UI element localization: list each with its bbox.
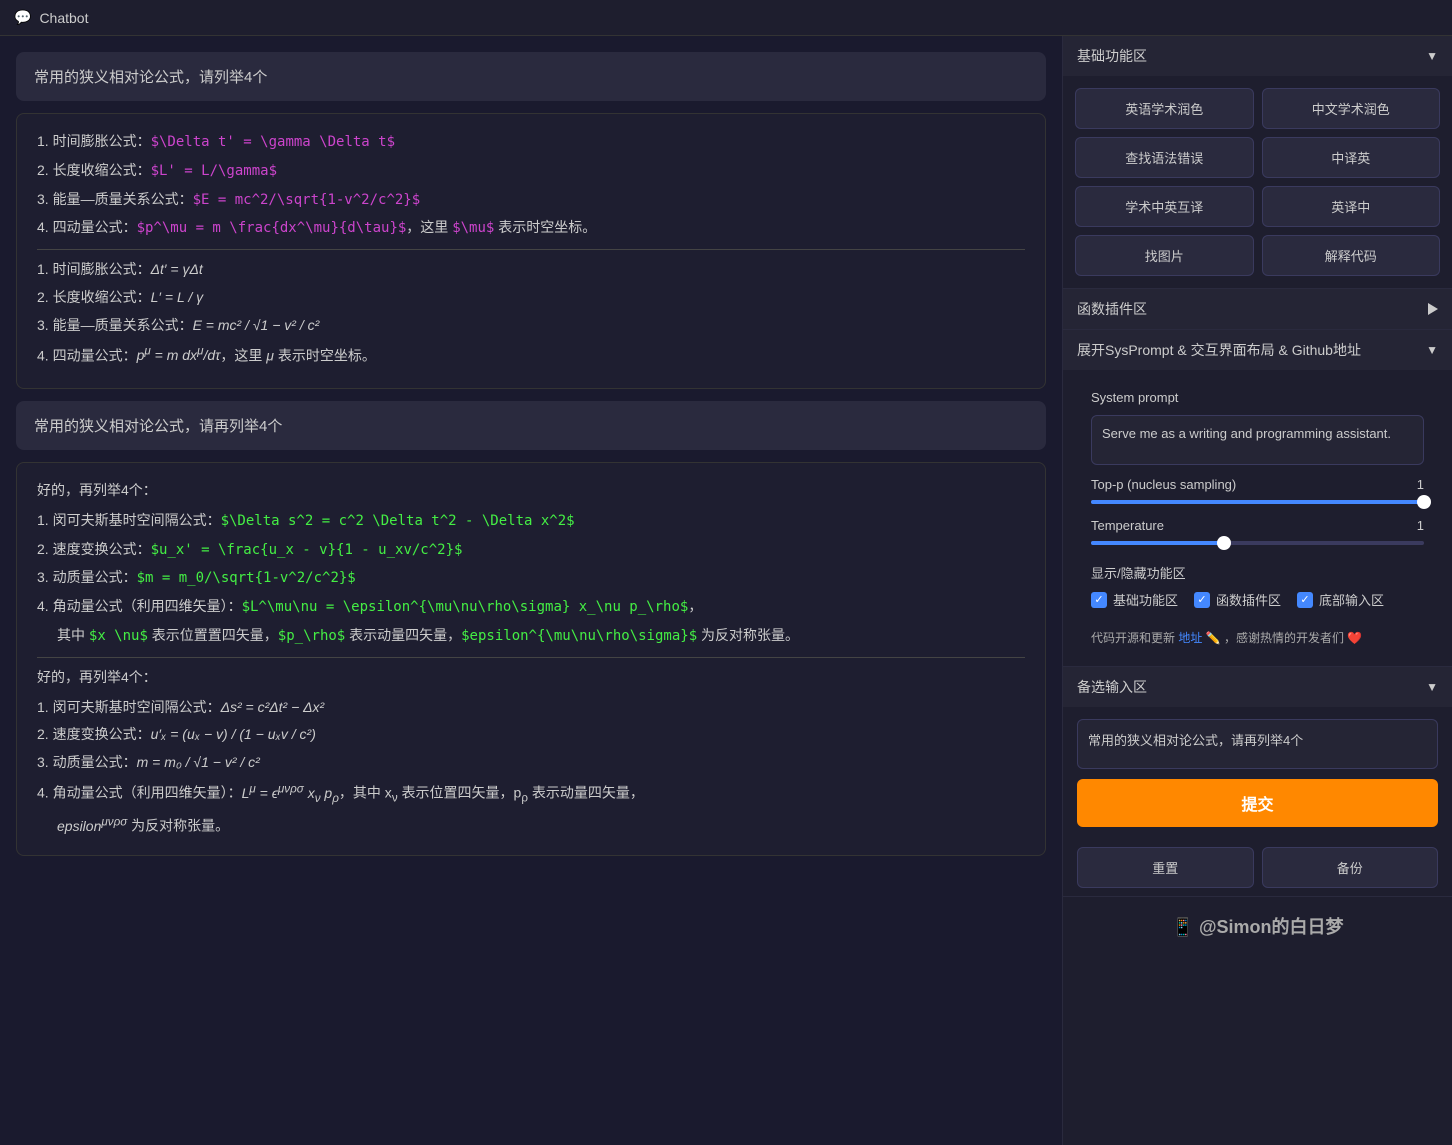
btn-academic-translate[interactable]: 学术中英互译 xyxy=(1075,186,1254,227)
alt-input-arrow: ▼ xyxy=(1426,680,1438,694)
formula-item-3-raw: 3. 能量—质量关系公式：$E = mc^2/\sqrt{1-v^2/c^2}$ xyxy=(37,188,1025,213)
weibo-icon: 📱 xyxy=(1172,917,1194,937)
checkbox-basic-label: 基础功能区 xyxy=(1113,590,1178,609)
app-header: 💬 Chatbot xyxy=(0,0,1452,36)
btn-explain-code[interactable]: 解释代码 xyxy=(1262,235,1441,276)
app-title: Chatbot xyxy=(39,10,88,26)
chat-icon: 💬 xyxy=(14,9,31,26)
btn-find-image[interactable]: 找图片 xyxy=(1075,235,1254,276)
alt-input-header[interactable]: 备选输入区 ▼ xyxy=(1063,667,1452,707)
alt-input-title: 备选输入区 xyxy=(1077,677,1147,697)
btn-english-polish[interactable]: 英语学术润色 xyxy=(1075,88,1254,129)
formula2-extra-raw: 其中 $x \nu$ 表示位置置四矢量，$p_\rho$ 表示动量四矢量，$ep… xyxy=(57,624,1025,649)
temperature-value: 1 xyxy=(1404,518,1424,533)
temperature-label: Temperature xyxy=(1091,518,1396,533)
sysprompt-body: System prompt Serve me as a writing and … xyxy=(1063,370,1452,666)
alt-input-box[interactable]: 常用的狭义相对论公式，请再列举4个 xyxy=(1077,719,1438,769)
footer-link[interactable]: 地址 xyxy=(1178,631,1202,645)
formula2-item-2-rendered: 2. 速度变换公式：u′ₓ = (uₓ − v) / (1 − uₓv / c²… xyxy=(37,723,1025,747)
top-p-value: 1 xyxy=(1404,477,1424,492)
checkbox-basic-box: ✓ xyxy=(1091,592,1107,608)
formula2-item-1-raw: 1. 闵可夫斯基时空间隔公式：$\Delta s^2 = c^2 \Delta … xyxy=(37,509,1025,534)
btn-en-to-zh[interactable]: 英译中 xyxy=(1262,186,1441,227)
intro-text-2: 好的，再列举4个： xyxy=(37,666,1025,690)
checkbox-bottom-label: 底部输入区 xyxy=(1319,590,1384,609)
plugin-arrow-icon xyxy=(1428,303,1438,315)
reset-button[interactable]: 重置 xyxy=(1077,847,1254,888)
system-prompt-label: System prompt xyxy=(1077,382,1438,409)
top-p-label: Top-p (nucleus sampling) xyxy=(1091,477,1396,492)
footer-links: 代码开源和更新 地址 ✏️ ，感谢热情的开发者们 ❤️ xyxy=(1077,621,1438,654)
formula-item-1-raw: 1. 时间膨胀公式：$\Delta t' = \gamma \Delta t$ xyxy=(37,130,1025,155)
plugin-title: 函数插件区 xyxy=(1077,299,1147,319)
temperature-thumb[interactable] xyxy=(1217,536,1231,550)
watermark-text: @Simon的白日梦 xyxy=(1199,917,1344,937)
checkbox-plugin-label: 函数插件区 xyxy=(1216,590,1281,609)
checkbox-plugin[interactable]: ✓ 函数插件区 xyxy=(1194,590,1281,609)
formula-item-4-raw: 4. 四动量公式：$p^\mu = m \frac{dx^\mu}{d\tau}… xyxy=(37,216,1025,241)
copy-button[interactable]: 备份 xyxy=(1262,847,1439,888)
temperature-track[interactable] xyxy=(1091,541,1424,545)
top-p-section: Top-p (nucleus sampling) 1 xyxy=(1077,473,1438,514)
alt-input-body: 常用的狭义相对论公式，请再列举4个 提交 xyxy=(1063,707,1452,839)
intro-text: 好的，再列举4个： xyxy=(37,479,1025,503)
temperature-section: Temperature 1 xyxy=(1077,514,1438,555)
top-p-fill xyxy=(1091,500,1424,504)
main-layout: 常用的狭义相对论公式，请列举4个 1. 时间膨胀公式：$\Delta t' = … xyxy=(0,36,1452,1145)
footer-text: 代码开源和更新 xyxy=(1091,631,1175,645)
checkbox-bottom[interactable]: ✓ 底部输入区 xyxy=(1297,590,1384,609)
formula-item-1-rendered: 1. 时间膨胀公式：Δt′ = γΔt xyxy=(37,258,1025,282)
top-p-row: Top-p (nucleus sampling) 1 xyxy=(1091,477,1424,492)
system-prompt-value[interactable]: Serve me as a writing and programming as… xyxy=(1091,415,1424,465)
user-message-2: 常用的狭义相对论公式，请再列举4个 xyxy=(16,401,1046,450)
formula2-item-2-raw: 2. 速度变换公式：$u_x' = \frac{u_x - v}{1 - u_x… xyxy=(37,538,1025,563)
checkbox-basic[interactable]: ✓ 基础功能区 xyxy=(1091,590,1178,609)
formula2-item-3-rendered: 3. 动质量公式：m = m₀ / √1 − v² / c² xyxy=(37,751,1025,775)
formula2-item-4-raw: 4. 角动量公式（利用四维矢量）：$L^\mu\nu = \epsilon^{\… xyxy=(37,595,1025,620)
user-message-1: 常用的狭义相对论公式，请列举4个 xyxy=(16,52,1046,101)
assistant-message-2: 好的，再列举4个： 1. 闵可夫斯基时空间隔公式：$\Delta s^2 = c… xyxy=(16,462,1046,856)
top-p-thumb[interactable] xyxy=(1417,495,1431,509)
btn-grammar-check[interactable]: 查找语法错误 xyxy=(1075,137,1254,178)
plugin-header[interactable]: 函数插件区 xyxy=(1063,289,1452,329)
formula-item-2-rendered: 2. 长度收缩公式：L′ = L / γ xyxy=(37,286,1025,310)
submit-button[interactable]: 提交 xyxy=(1077,779,1438,827)
formula2-item-3-raw: 3. 动质量公式：$m = m_0/\sqrt{1-v^2/c^2}$ xyxy=(37,566,1025,591)
formula-item-4-rendered: 4. 四动量公式：pμ = m dxμ/dτ，这里 μ 表示时空坐标。 xyxy=(37,342,1025,368)
footer-thanks: ，感谢热情的开发者们 xyxy=(1224,631,1344,645)
plugin-section: 函数插件区 xyxy=(1063,289,1452,330)
visibility-label: 显示/隐藏功能区 xyxy=(1091,563,1424,582)
pencil-icon: ✏️ xyxy=(1206,631,1221,645)
sysprompt-arrow: ▼ xyxy=(1426,343,1438,357)
checkbox-bottom-box: ✓ xyxy=(1297,592,1313,608)
top-p-track[interactable] xyxy=(1091,500,1424,504)
btn-zh-to-en[interactable]: 中译英 xyxy=(1262,137,1441,178)
bottom-row: 重置 备份 xyxy=(1063,839,1452,896)
assistant-message-1: 1. 时间膨胀公式：$\Delta t' = \gamma \Delta t$ … xyxy=(16,113,1046,389)
basic-functions-section: 基础功能区 ▼ 英语学术润色 中文学术润色 查找语法错误 中译英 学术中英互译 … xyxy=(1063,36,1452,289)
formula2-item-4-rendered: 4. 角动量公式（利用四维矢量）：Lμ = ϵμνρσ xν pρ，其中 xν … xyxy=(37,779,1025,808)
sysprompt-title: 展开SysPrompt & 交互界面布局 & Github地址 xyxy=(1077,340,1361,360)
btn-chinese-polish[interactable]: 中文学术润色 xyxy=(1262,88,1441,129)
basic-functions-header[interactable]: 基础功能区 ▼ xyxy=(1063,36,1452,76)
alt-input-section: 备选输入区 ▼ 常用的狭义相对论公式，请再列举4个 提交 重置 备份 xyxy=(1063,667,1452,897)
watermark: 📱 @Simon的白日梦 xyxy=(1063,897,1452,955)
temperature-fill xyxy=(1091,541,1224,545)
chat-area[interactable]: 常用的狭义相对论公式，请列举4个 1. 时间膨胀公式：$\Delta t' = … xyxy=(0,36,1062,1145)
visibility-section: 显示/隐藏功能区 ✓ 基础功能区 ✓ 函数插件区 ✓ 底部输入区 xyxy=(1077,555,1438,621)
formula2-extra-rendered: epsilonμνρσ 为反对称张量。 xyxy=(57,812,1025,838)
checkbox-row: ✓ 基础功能区 ✓ 函数插件区 ✓ 底部输入区 xyxy=(1091,590,1424,609)
basic-functions-title: 基础功能区 xyxy=(1077,46,1147,66)
checkbox-plugin-box: ✓ xyxy=(1194,592,1210,608)
sidebar: 基础功能区 ▼ 英语学术润色 中文学术润色 查找语法错误 中译英 学术中英互译 … xyxy=(1062,36,1452,1145)
sysprompt-header[interactable]: 展开SysPrompt & 交互界面布局 & Github地址 ▼ xyxy=(1063,330,1452,370)
formula-item-3-rendered: 3. 能量—质量关系公式：E = mc² / √1 − v² / c² xyxy=(37,314,1025,338)
basic-functions-arrow: ▼ xyxy=(1426,49,1438,63)
formula2-item-1-rendered: 1. 闵可夫斯基时空间隔公式：Δs² = c²Δt² − Δx² xyxy=(37,696,1025,720)
heart-icon: ❤️ xyxy=(1347,631,1362,645)
formula-item-2-raw: 2. 长度收缩公式：$L' = L/\gamma$ xyxy=(37,159,1025,184)
temperature-row: Temperature 1 xyxy=(1091,518,1424,533)
basic-functions-grid: 英语学术润色 中文学术润色 查找语法错误 中译英 学术中英互译 英译中 找图片 … xyxy=(1063,76,1452,288)
sysprompt-section: 展开SysPrompt & 交互界面布局 & Github地址 ▼ System… xyxy=(1063,330,1452,667)
